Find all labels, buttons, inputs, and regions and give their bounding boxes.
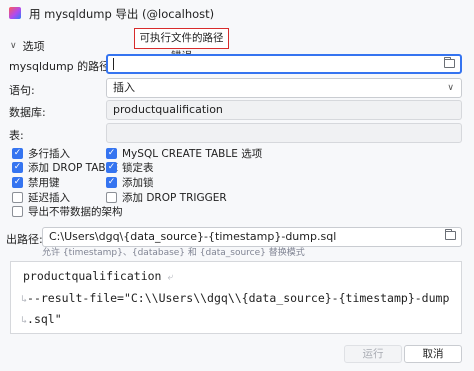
checkbox-multi-row-insert[interactable]: ✓ 多行插入 (12, 146, 70, 161)
checkbox-add-drop-trigger[interactable]: 添加 DROP TRIGGER (106, 190, 227, 205)
checkbox-schema-only[interactable]: 导出不带数据的架构 (12, 204, 123, 219)
command-line: ↳.sql" (21, 312, 62, 326)
output-path-value: C:\Users\dgq\{data_source}-{timestamp}-d… (49, 230, 337, 243)
section-label: 选项 (22, 40, 45, 53)
title-bar: 用 mysqldump 导出 (@localhost) (0, 0, 474, 26)
command-line: productqualification ⤶ (23, 269, 174, 283)
checkbox-add-drop-table[interactable]: ✓ 添加 DROP TABLE (12, 160, 118, 175)
statement-value: 插入 (113, 81, 135, 94)
mysqldump-path-input[interactable] (106, 54, 462, 74)
checkbox-disable-keys[interactable]: ✓ 禁用键 (12, 175, 60, 190)
options-section-toggle[interactable]: ∨ 选项 (10, 38, 45, 54)
soft-wrap-icon: ⤶ (161, 272, 174, 283)
checkbox-unchecked-icon (106, 192, 117, 203)
path-label: mysqldump 的路径: (9, 60, 114, 73)
database-value: productqualification (113, 103, 223, 116)
run-button[interactable]: 运行 (344, 345, 402, 363)
folder-icon[interactable] (444, 57, 455, 68)
checkbox-checked-icon: ✓ (12, 177, 23, 188)
checkbox-checked-icon: ✓ (106, 148, 117, 159)
checkbox-lock-tables[interactable]: ✓ 锁定表 (106, 160, 154, 175)
checkbox-unchecked-icon (12, 206, 23, 217)
command-preview: productqualification ⤶ ↳--result-file="C… (10, 261, 462, 334)
checkbox-delayed-insert[interactable]: 延迟插入 (12, 190, 70, 205)
checkbox-checked-icon: ✓ (106, 162, 117, 173)
output-path-hint: 允许 {timestamp}、{database} 和 {data_source… (42, 248, 305, 258)
checkbox-mysql-create-options[interactable]: ✓ MySQL CREATE TABLE 选项 (106, 146, 262, 161)
chevron-down-icon: ∨ (10, 41, 17, 51)
chevron-down-icon: ∨ (447, 83, 454, 93)
cancel-button[interactable]: 取消 (404, 345, 462, 363)
text-caret (113, 58, 114, 70)
checkbox-checked-icon: ✓ (12, 148, 23, 159)
app-icon (9, 7, 21, 19)
table-label: 表: (9, 129, 24, 142)
database-label: 数据库: (9, 106, 46, 119)
table-field (106, 123, 462, 143)
database-field: productqualification (106, 100, 462, 120)
statement-label: 语句: (9, 84, 35, 97)
output-path-label: 出路径: (6, 233, 43, 246)
output-path-input[interactable]: C:\Users\dgq\{data_source}-{timestamp}-d… (42, 227, 462, 247)
checkbox-checked-icon: ✓ (106, 177, 117, 188)
checkbox-add-locks[interactable]: ✓ 添加锁 (106, 175, 154, 190)
folder-icon[interactable] (445, 229, 456, 240)
error-tooltip: 可执行文件的路径错误 (134, 28, 229, 62)
statement-dropdown[interactable]: 插入 ∨ (106, 78, 462, 98)
checkbox-unchecked-icon (12, 192, 23, 203)
window-title: 用 mysqldump 导出 (@localhost) (29, 7, 215, 21)
checkbox-checked-icon: ✓ (12, 162, 23, 173)
command-line: ↳--result-file="C:\\Users\\dgq\\{data_so… (21, 291, 450, 305)
